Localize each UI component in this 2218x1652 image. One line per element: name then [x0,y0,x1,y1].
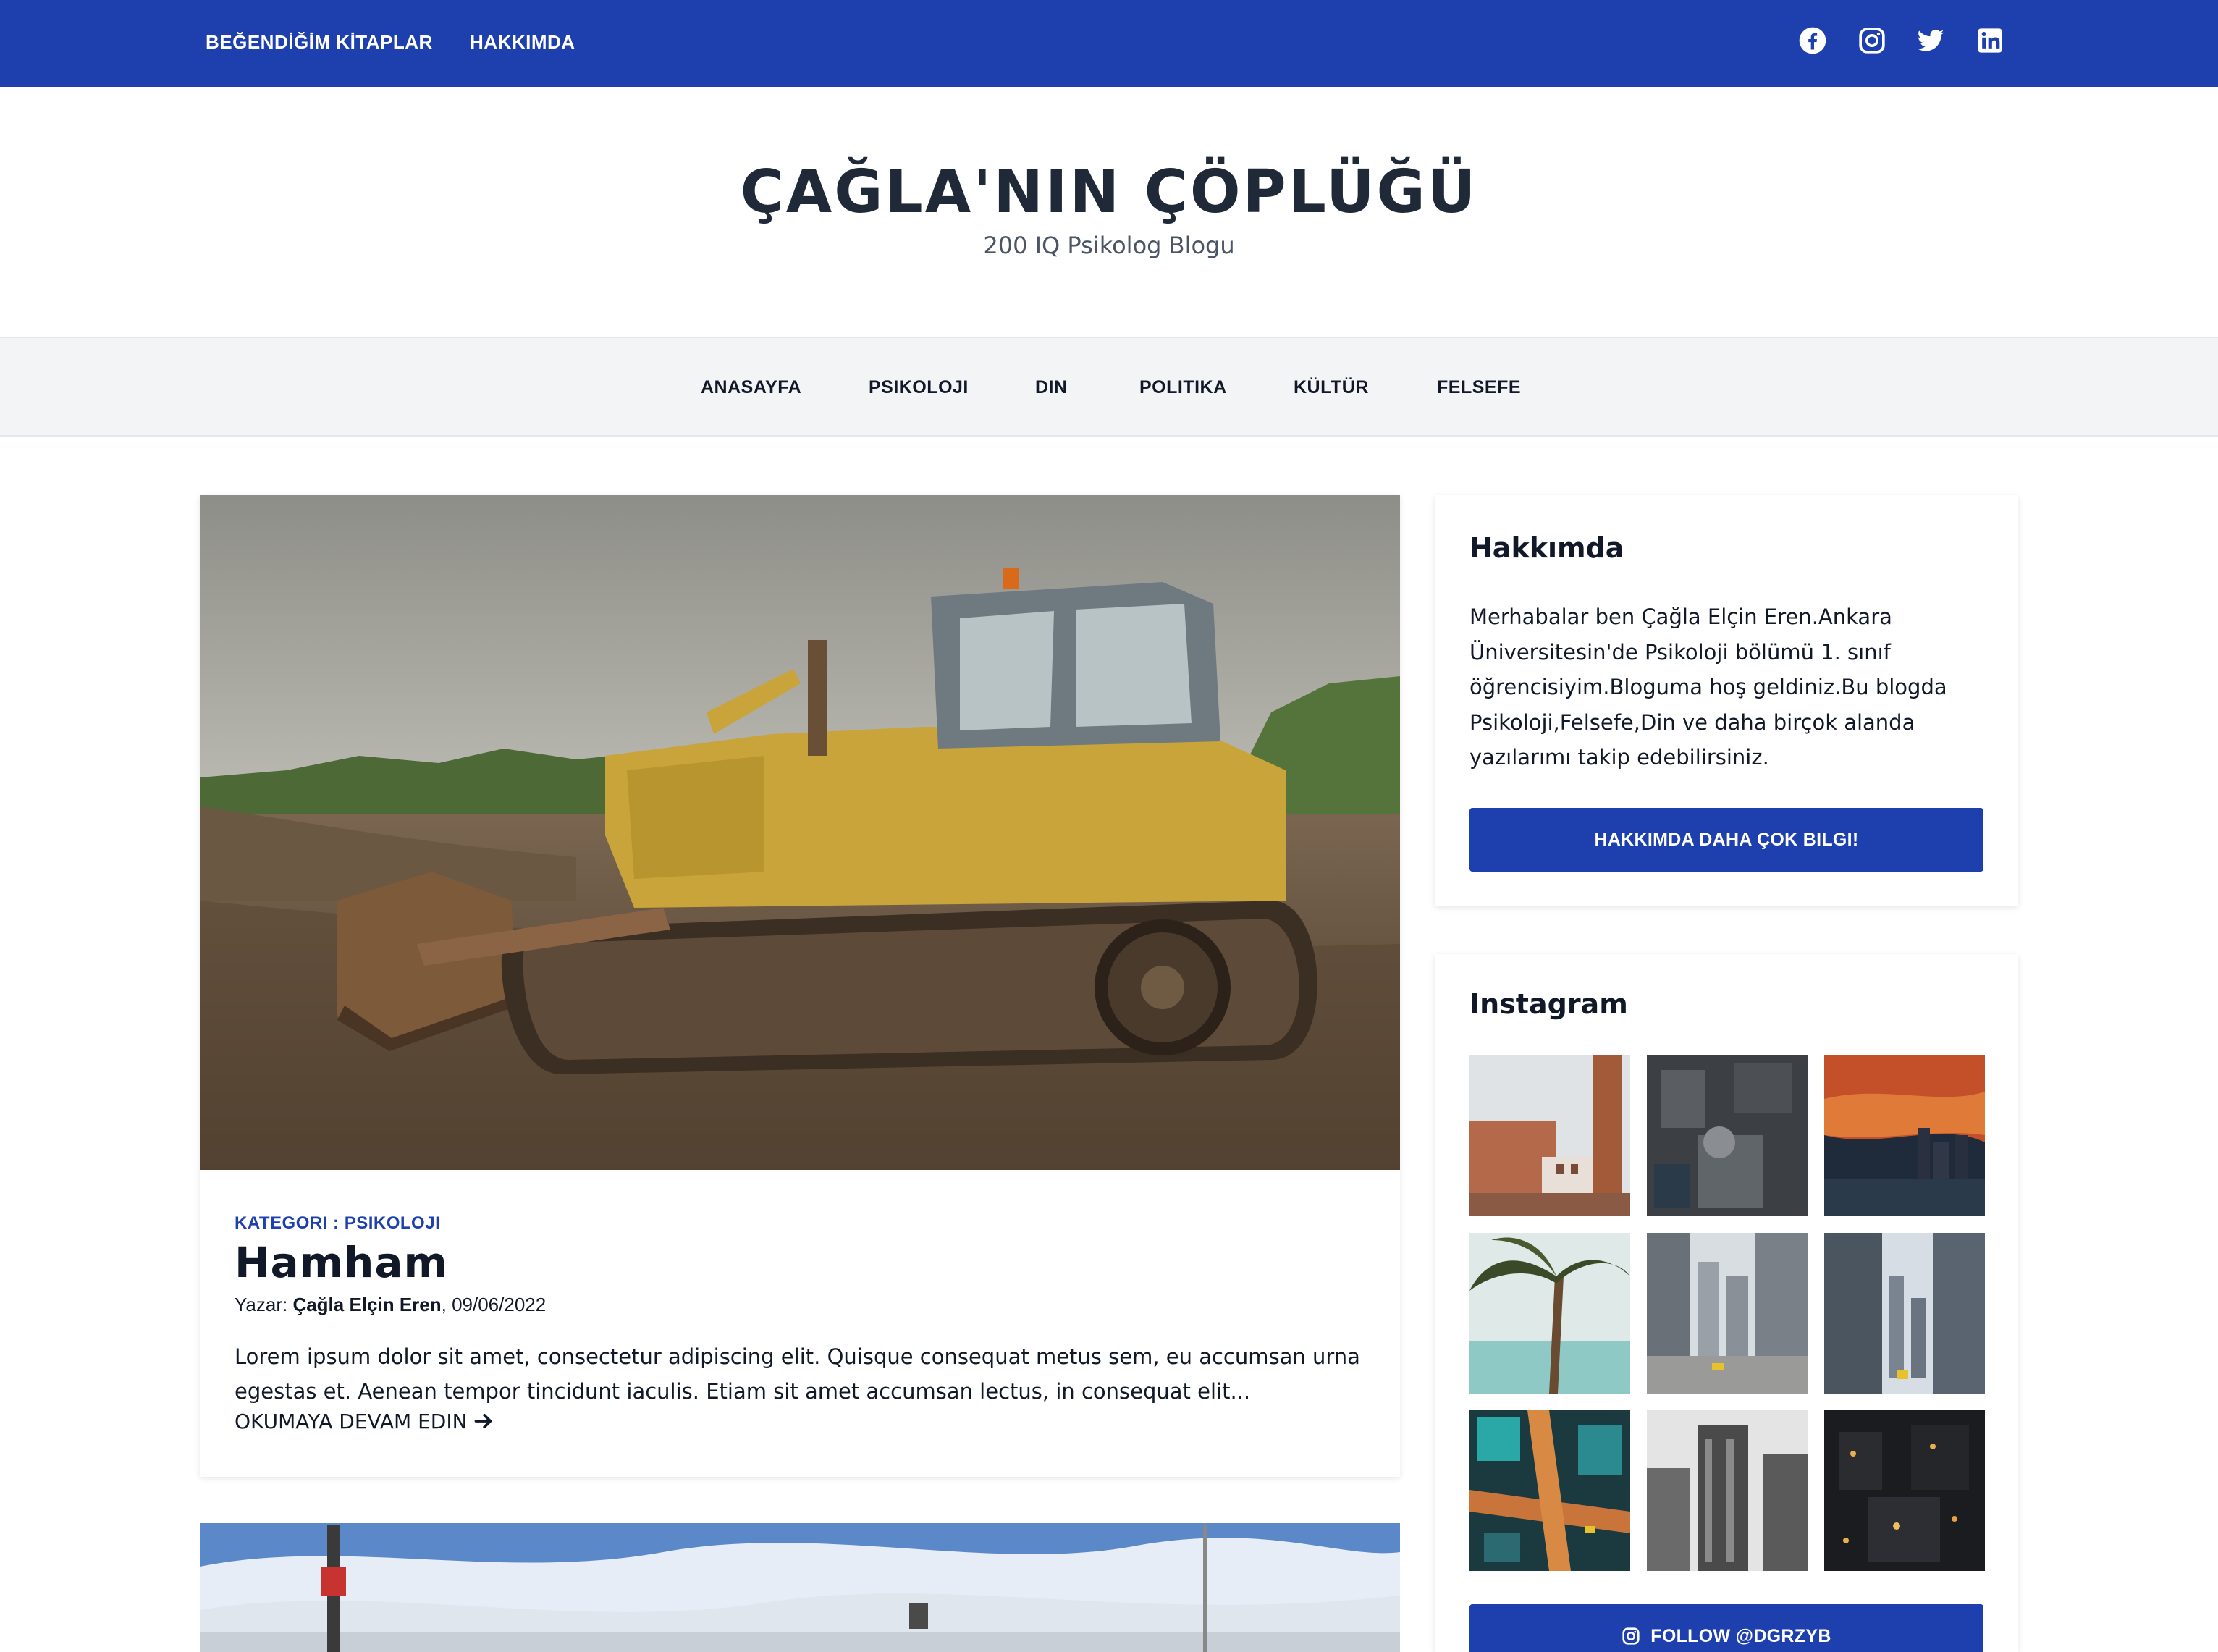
post-title[interactable]: Hamham [235,1234,448,1291]
instagram-follow-label: FOLLOW @DGRZYB [1650,1626,1831,1646]
instagram-thumb[interactable] [1647,1233,1808,1394]
about-widget: Hakkımda Merhabalar ben Çağla Elçin Eren… [1435,495,2018,906]
instagram-thumb[interactable] [1469,1233,1630,1394]
category-nav: ANASAYFA PSIKOLOJI DIN POLITIKA KÜLTÜR F… [0,337,2218,437]
linkedin-icon[interactable] [1975,26,2004,55]
instagram-grid [1469,1055,1985,1571]
instagram-thumb[interactable] [1469,1055,1630,1216]
post-category[interactable]: KATEGORI : PSIKOLOJI [235,1212,440,1235]
site-title[interactable]: ÇAĞLA'NIN ÇÖPLÜĞÜ [0,156,2218,229]
site-header: ÇAĞLA'NIN ÇÖPLÜĞÜ 200 IQ Psikolog Blogu [0,87,2218,337]
read-more-label: OKUMAYA DEVAM EDIN [235,1409,468,1433]
nav-item-anasayfa[interactable]: ANASAYFA [701,374,801,400]
post-date: , 09/06/2022 [441,1294,547,1315]
post-image-second[interactable] [200,1523,1400,1652]
read-more-link[interactable]: OKUMAYA DEVAM EDIN [235,1407,494,1436]
instagram-thumb[interactable] [1824,1410,1985,1571]
nav-item-psikoloji[interactable]: PSIKOLOJI [869,374,969,400]
post-excerpt: Lorem ipsum dolor sit amet, consectetur … [235,1344,1360,1404]
instagram-thumb[interactable] [1647,1055,1808,1216]
about-more-button[interactable]: HAKKIMDA DAHA ÇOK BILGI! [1469,808,1983,872]
instagram-icon [1622,1627,1640,1645]
nav-item-kultur[interactable]: KÜLTÜR [1294,374,1369,400]
instagram-thumb[interactable] [1647,1410,1808,1571]
twitter-icon[interactable] [1916,26,1945,55]
post-author: Çağla Elçin Eren [292,1294,442,1315]
top-nav-link-about[interactable]: HAKKIMDA [470,29,575,55]
about-text: Merhabalar ben Çağla Elçin Eren.Ankara Ü… [1469,604,1947,770]
instagram-follow-button[interactable]: FOLLOW @DGRZYB [1469,1604,1983,1652]
author-prefix: Yazar: [235,1294,293,1315]
instagram-icon[interactable] [1858,26,1886,55]
post-card: KATEGORI : PSIKOLOJI Hamham Yazar: Çağla… [200,495,1400,1477]
instagram-thumb[interactable] [1824,1233,1985,1394]
nav-item-din[interactable]: DIN [1035,374,1068,400]
nav-item-politika[interactable]: POLITIKA [1139,374,1227,400]
site-tagline: 200 IQ Psikolog Blogu [983,232,1235,259]
about-widget-title: Hakkımda [1469,532,1624,564]
instagram-widget: Instagram FOLLOW @DGRZYB [1435,954,2018,1652]
instagram-widget-title: Instagram [1469,988,1628,1020]
top-bar: BEĞENDİĞİM KİTAPLAR HAKKIMDA [0,0,2218,87]
instagram-thumb[interactable] [1824,1055,1985,1216]
post-image-bulldozer[interactable] [200,495,1400,1170]
instagram-thumb[interactable] [1469,1410,1630,1571]
top-nav-link-books[interactable]: BEĞENDİĞİM KİTAPLAR [206,29,433,55]
nav-item-felsefe[interactable]: FELSEFE [1437,374,1521,400]
post-meta: Yazar: Çağla Elçin Eren, 09/06/2022 [235,1291,546,1318]
arrow-right-icon [475,1413,492,1429]
facebook-icon[interactable] [1798,26,1827,55]
